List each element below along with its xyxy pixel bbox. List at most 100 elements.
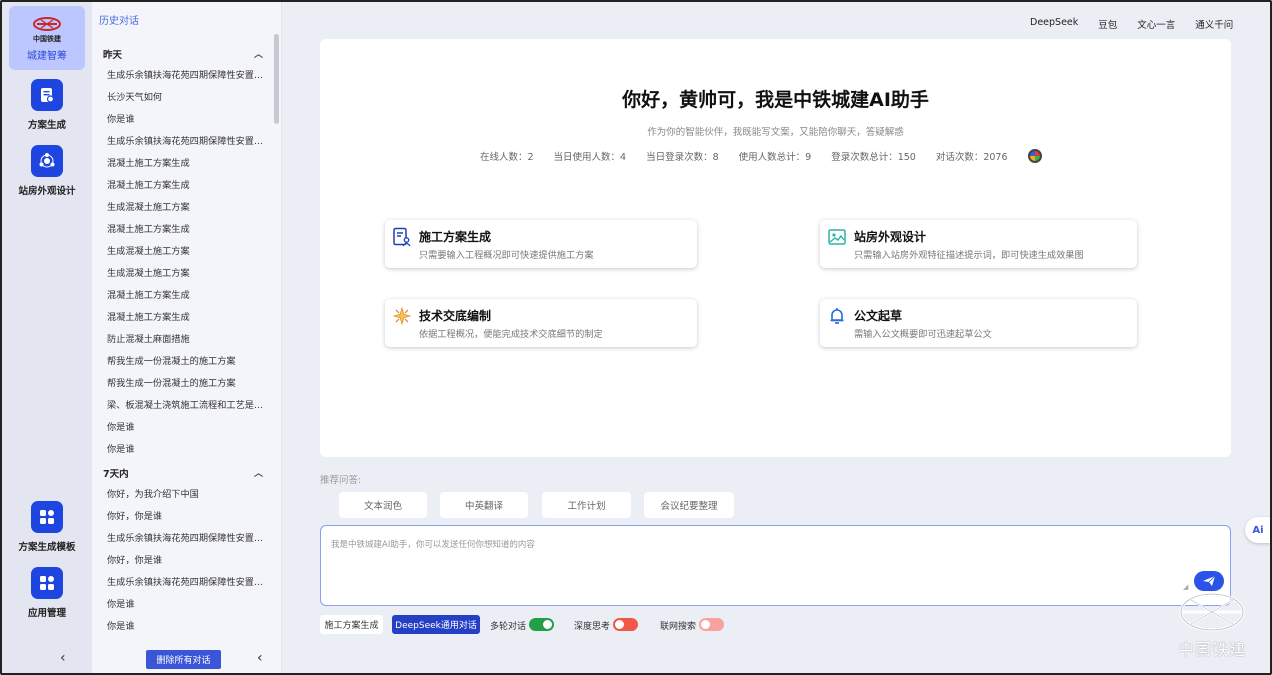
suggestion-chip-polish[interactable]: 文本润色: [339, 492, 427, 518]
history-item[interactable]: 你是谁: [107, 111, 269, 125]
history-item[interactable]: 你是谁: [107, 596, 269, 610]
history-item[interactable]: 你好，为我介绍下中国: [107, 486, 269, 500]
history-item[interactable]: 防止混凝土麻面措施: [107, 331, 269, 345]
watermark-text: 中国铁建: [1177, 640, 1246, 659]
gear-cluster-icon: [31, 145, 63, 177]
feature-card-station-design[interactable]: 站房外观设计 只需输入站房外观特征描述提示词，即可快速生成效果图: [820, 220, 1137, 268]
logo-app-label: 城建智筹: [27, 50, 67, 62]
app-window: 中国铁建 城建智筹 方案生成 站房外观设计 方案生成模板 应用管理 ‹ 历史对话…: [0, 0, 1272, 675]
history-item[interactable]: 生成乐余镇扶海花苑四期保障性安置房项目施工方案: [107, 530, 269, 544]
logo-company-text: 中国铁建: [33, 34, 61, 43]
history-group-7days[interactable]: 7天内 ︿: [103, 466, 263, 480]
history-item[interactable]: 生成混凝土施工方案: [107, 199, 269, 213]
history-item[interactable]: 混凝土施工方案生成: [107, 221, 269, 235]
nav-link-doubao[interactable]: 豆包: [1098, 17, 1117, 31]
crcc-watermark-icon: [1179, 592, 1245, 632]
stat-conversations: 对话次数：2076: [935, 152, 1008, 163]
history-item[interactable]: 生成乐余镇扶海花苑四期保障性安置房项目施工方案: [107, 67, 269, 81]
suggestion-chip-meeting-minutes[interactable]: 会议纪要整理: [644, 492, 734, 518]
bell-icon: [827, 306, 847, 326]
feature-card-construction-plan[interactable]: 施工方案生成 只需要输入工程概况即可快速提供施工方案: [385, 220, 697, 268]
history-item[interactable]: 生成乐余镇扶海花苑四期保障性安置房项目施工方案: [107, 574, 269, 588]
top-nav: DeepSeek 豆包 文心一言 通义千问: [1030, 17, 1253, 31]
history-scrollbar[interactable]: [274, 34, 279, 124]
rail-item-label: 方案生成: [27, 120, 66, 131]
paper-plane-icon: [1203, 575, 1216, 586]
nav-link-tongyi[interactable]: 通义千问: [1195, 17, 1233, 31]
feature-title: 站房外观设计: [854, 230, 927, 244]
welcome-greeting: 你好，黄帅可，我是中铁城建AI助手: [622, 89, 929, 111]
history-group-label: 7天内: [103, 469, 129, 480]
rail-item-app-management[interactable]: 应用管理: [2, 567, 92, 619]
feature-description: 只需输入站房外观特征描述提示词，即可快速生成效果图: [854, 250, 1084, 261]
delete-all-button[interactable]: 删除所有对话: [146, 650, 221, 669]
rail-item-plan[interactable]: 方案生成: [2, 79, 92, 131]
feature-card-document-drafting[interactable]: 公文起草 需输入公文概要即可迅速起草公文: [820, 299, 1137, 347]
chat-input-box: ◢: [320, 525, 1231, 606]
history-item[interactable]: 生成混凝土施工方案: [107, 265, 269, 279]
toggle-multiturn[interactable]: [529, 618, 554, 631]
history-group-yesterday[interactable]: 昨天 ︿: [103, 47, 263, 61]
history-item[interactable]: 混凝土施工方案生成: [107, 155, 269, 169]
rail-item-station-design[interactable]: 站房外观设计: [2, 145, 92, 197]
stat-daily-users: 当日使用人数：4: [553, 152, 627, 163]
history-item[interactable]: 生成乐余镇扶海花苑四期保障性安置房项目施工方案: [107, 133, 269, 147]
rail-item-label: 站房外观设计: [18, 186, 76, 197]
mode-construction-plan-button[interactable]: 施工方案生成: [320, 615, 383, 634]
nav-link-wenxin[interactable]: 文心一言: [1137, 17, 1175, 31]
ai-assistant-widget[interactable]: Ai: [1245, 517, 1270, 543]
sparkle-icon: [392, 306, 412, 326]
welcome-subtitle: 作为你的智能伙伴，我既能写文案，又能陪你聊天，答疑解惑: [647, 127, 904, 138]
history-item[interactable]: 你好，你是谁: [107, 508, 269, 522]
document-icon: [31, 79, 63, 111]
send-button[interactable]: [1194, 571, 1224, 591]
feature-title: 施工方案生成: [419, 230, 492, 244]
watermark: 中国铁建: [1170, 590, 1254, 664]
history-title: 历史对话: [99, 16, 139, 27]
history-item[interactable]: 你是谁: [107, 441, 269, 455]
history-group-label: 昨天: [103, 50, 123, 61]
avatar-icon[interactable]: [1027, 149, 1042, 163]
feature-description: 需输入公文概要即可迅速起草公文: [854, 329, 992, 340]
suggestions-label: 推荐问答:: [320, 475, 362, 486]
chevron-up-icon[interactable]: ︿: [254, 466, 263, 480]
stat-online: 在线人数：2: [480, 152, 534, 163]
rail-logo-item[interactable]: 中国铁建 城建智筹: [9, 6, 85, 70]
history-item[interactable]: 生成混凝土施工方案: [107, 243, 269, 257]
suggestion-chip-work-plan[interactable]: 工作计划: [542, 492, 631, 518]
toggle-web-search[interactable]: [699, 618, 724, 631]
history-item[interactable]: 你是谁: [107, 419, 269, 433]
history-item[interactable]: 你好，你是谁: [107, 552, 269, 566]
feature-title: 技术交底编制: [419, 309, 492, 323]
history-item[interactable]: 长沙天气如何: [107, 89, 269, 103]
stat-total-users: 使用人数总计：9: [738, 152, 812, 163]
rail-collapse-chevron-icon[interactable]: ‹: [60, 650, 66, 666]
history-item[interactable]: 混凝土施工方案生成: [107, 177, 269, 191]
crcc-logo-icon: [33, 16, 61, 31]
toggle-label-multiturn: 多轮对话: [490, 622, 527, 632]
nav-link-deepseek[interactable]: DeepSeek: [1030, 17, 1078, 31]
chevron-up-icon[interactable]: ︿: [254, 47, 263, 61]
usage-stats: 在线人数：2 当日使用人数：4 当日登录次数：8 使用人数总计：9 登录次数总计…: [480, 149, 1042, 163]
stat-total-logins: 登录次数总计：150: [831, 152, 916, 163]
feature-title: 公文起草: [854, 309, 903, 323]
mode-deepseek-button[interactable]: DeepSeek通用对话: [392, 615, 480, 634]
history-item[interactable]: 帮我生成一份混凝土的施工方案: [107, 375, 269, 389]
toggle-deep-think[interactable]: [613, 618, 638, 631]
history-collapse-chevron-icon[interactable]: ‹: [257, 650, 263, 666]
rail-item-plan-templates[interactable]: 方案生成模板: [2, 501, 92, 553]
grid-icon: [31, 501, 63, 533]
history-item[interactable]: 帮我生成一份混凝土的施工方案: [107, 353, 269, 367]
rail-item-label: 应用管理: [27, 608, 66, 619]
suggestion-chip-translate[interactable]: 中英翻译: [440, 492, 528, 518]
chat-input[interactable]: [331, 538, 1171, 588]
history-item[interactable]: 梁、板混凝土浇筑施工流程和工艺是什么: [107, 397, 269, 411]
feature-card-tech-briefing[interactable]: 技术交底编制 依据工程概况，便能完成技术交底细节的制定: [385, 299, 697, 347]
left-rail: 中国铁建 城建智筹 方案生成 站房外观设计 方案生成模板 应用管理 ‹: [2, 2, 92, 673]
history-item[interactable]: 混凝土施工方案生成: [107, 309, 269, 323]
rail-item-label: 方案生成模板: [18, 542, 76, 553]
history-item[interactable]: 混凝土施工方案生成: [107, 287, 269, 301]
grid-icon: [31, 567, 63, 599]
welcome-card: 你好，黄帅可，我是中铁城建AI助手 作为你的智能伙伴，我既能写文案，又能陪你聊天…: [320, 39, 1231, 457]
history-item[interactable]: 你是谁: [107, 618, 269, 632]
